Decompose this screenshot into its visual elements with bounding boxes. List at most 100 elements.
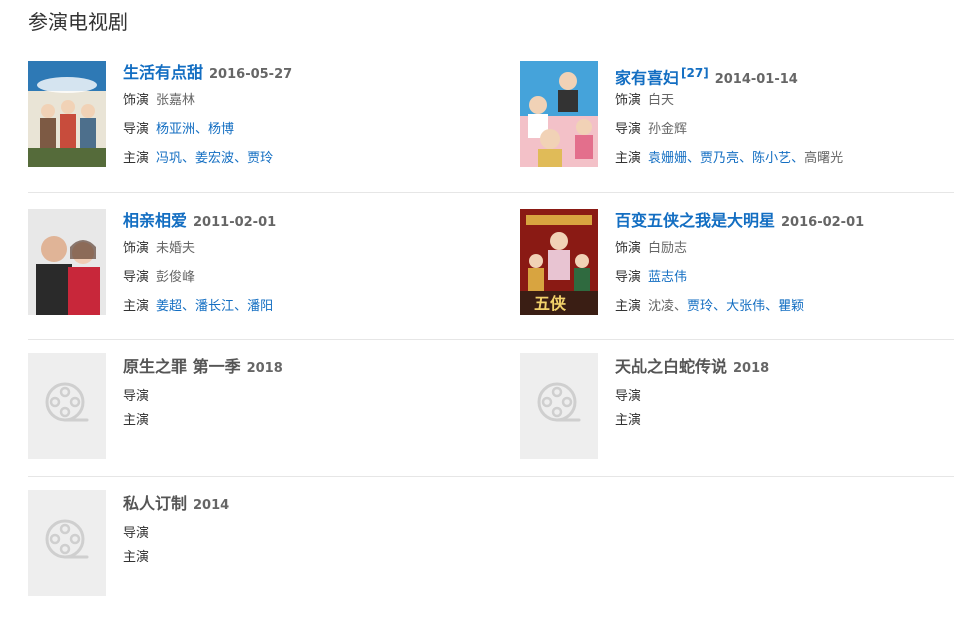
director-name: 彭俊峰 — [156, 270, 196, 285]
director-label: 导演 — [123, 122, 150, 137]
role-row: 饰演 未婚夫 — [123, 237, 454, 256]
row-divider — [28, 192, 954, 193]
director-row: 导演 — [123, 522, 454, 541]
release-date: 2014-01-14 — [714, 72, 798, 88]
title-line: 百变五侠之我是大明星 2016-02-01 — [615, 209, 946, 233]
poster-image[interactable] — [28, 61, 106, 167]
cast-row: 主演 — [123, 546, 454, 565]
cast-row: 主演 — [123, 409, 454, 428]
director-label: 导演 — [123, 389, 150, 404]
cast-name[interactable]: 瞿颖 — [778, 299, 804, 314]
name-separator: 、 — [234, 299, 248, 314]
cast-label: 主演 — [123, 151, 150, 166]
director-name[interactable]: 蓝志伟 — [648, 270, 687, 285]
work-title-link[interactable]: 相亲相爱 — [123, 211, 187, 230]
cast-name[interactable]: 贾乃亮 — [700, 151, 739, 166]
cast-name[interactable]: 贾玲 — [687, 299, 713, 314]
director-name: 孙金辉 — [648, 122, 688, 137]
work-info: 百变五侠之我是大明星 2016-02-01 饰演 白励志 导演 蓝志伟 主演 沈凌、贾玲、大张… — [615, 209, 946, 314]
cast-name[interactable]: 潘长江 — [195, 299, 234, 314]
cast-name[interactable]: 陈小艺 — [752, 151, 791, 166]
name-separator: 、 — [674, 299, 688, 314]
role-value: 未婚夫 — [156, 241, 196, 256]
director-label: 导演 — [123, 270, 150, 285]
work-title-link: 天乩之白蛇传说 — [615, 357, 728, 376]
release-date: 2016-02-01 — [781, 215, 865, 230]
film-reel-icon — [43, 517, 91, 569]
film-reel-icon — [43, 380, 91, 432]
work-title-link[interactable]: 生活有点甜 — [123, 63, 203, 82]
work-info: 私人订制 2014 导演主演 — [123, 492, 454, 565]
cast-label: 主演 — [123, 413, 150, 428]
poster-placeholder[interactable] — [520, 353, 598, 459]
cast-row: 主演 姜超、潘长江、潘阳 — [123, 295, 454, 314]
name-separator: 、 — [765, 299, 779, 314]
role-label: 饰演 — [615, 241, 642, 256]
role-row: 饰演 白励志 — [615, 237, 946, 256]
cast-label: 主演 — [615, 151, 642, 166]
title-line: 天乩之白蛇传说 2018 — [615, 355, 946, 379]
poster-image[interactable]: 五侠 — [520, 209, 598, 315]
cast-name[interactable]: 潘阳 — [247, 299, 273, 314]
release-date: 2018 — [733, 361, 770, 376]
role-label: 饰演 — [123, 93, 150, 108]
poster-placeholder[interactable] — [28, 353, 106, 459]
director-name[interactable]: 杨博 — [208, 122, 234, 137]
poster-image[interactable] — [520, 61, 598, 167]
tv-work-item: 生活有点甜 2016-05-27 饰演 张嘉林 导演 杨亚洲、杨博 主演 冯巩、姜宏波、贾玲 — [28, 61, 454, 191]
work-title-link: 原生之罪 第一季 — [123, 357, 241, 376]
director-row: 导演 — [615, 385, 946, 404]
section-title: 参演电视剧 — [28, 10, 128, 34]
row-divider — [28, 476, 954, 477]
poster-placeholder[interactable] — [28, 490, 106, 596]
tv-work-item: 原生之罪 第一季 2018 导演主演 — [28, 353, 454, 485]
work-title-link[interactable]: 百变五侠之我是大明星 — [615, 211, 775, 230]
cast-label: 主演 — [123, 550, 150, 565]
release-date: 2014 — [193, 498, 230, 513]
cast-name[interactable]: 袁姗姗 — [648, 151, 687, 166]
cast-row: 主演 冯巩、姜宏波、贾玲 — [123, 147, 454, 166]
poster-image[interactable] — [28, 209, 106, 315]
title-line: 私人订制 2014 — [123, 492, 454, 516]
cast-name[interactable]: 姜超 — [156, 299, 182, 314]
row-divider — [28, 339, 954, 340]
director-row: 导演 彭俊峰 — [123, 266, 454, 285]
role-value: 张嘉林 — [156, 93, 196, 108]
svg-text:五侠: 五侠 — [534, 294, 567, 313]
director-name[interactable]: 杨亚洲 — [156, 122, 195, 137]
work-title-link[interactable]: 家有喜妇 — [615, 68, 679, 87]
tv-work-item: 相亲相爱 2011-02-01 饰演 未婚夫 导演 彭俊峰 主演 姜超、潘长江、潘阳 — [28, 209, 454, 339]
director-row: 导演 蓝志伟 — [615, 266, 946, 285]
cast-label: 主演 — [615, 299, 642, 314]
role-label: 饰演 — [123, 241, 150, 256]
name-separator: 、 — [182, 299, 196, 314]
cast-name: 沈凌 — [648, 299, 675, 314]
tv-work-item: 私人订制 2014 导演主演 — [28, 490, 454, 622]
name-separator: 、 — [687, 151, 701, 166]
tv-work-item: 五侠 百变五侠之我是大明星 2016-02-01 饰演 白励志 导演 蓝志伟 主演 沈凌、贾玲、… — [520, 209, 946, 339]
cast-name[interactable]: 大张伟 — [726, 299, 765, 314]
title-line: 相亲相爱 2011-02-01 — [123, 209, 454, 233]
role-row: 饰演 张嘉林 — [123, 89, 454, 108]
cast-label: 主演 — [123, 299, 150, 314]
citation-link[interactable]: [27] — [681, 66, 709, 80]
title-line: 家有喜妇 [27] 2014-01-14 — [615, 61, 946, 88]
work-title-link: 私人订制 — [123, 494, 188, 513]
director-label: 导演 — [615, 270, 642, 285]
work-info: 家有喜妇 [27] 2014-01-14 饰演 白天 导演 孙金辉 主演 袁姗姗、贾乃亮、陈小艺… — [615, 61, 946, 166]
name-separator: 、 — [713, 299, 727, 314]
film-reel-icon — [535, 380, 583, 432]
cast-name[interactable]: 贾玲 — [247, 151, 273, 166]
director-row: 导演 孙金辉 — [615, 118, 946, 137]
title-line: 生活有点甜 2016-05-27 — [123, 61, 454, 85]
work-info: 生活有点甜 2016-05-27 饰演 张嘉林 导演 杨亚洲、杨博 主演 冯巩、姜宏波、贾玲 — [123, 61, 454, 166]
title-line: 原生之罪 第一季 2018 — [123, 355, 454, 379]
director-label: 导演 — [123, 526, 150, 541]
name-separator: 、 — [234, 151, 248, 166]
cast-name[interactable]: 姜宏波 — [195, 151, 234, 166]
cast-row: 主演 袁姗姗、贾乃亮、陈小艺、高曙光 — [615, 147, 946, 166]
release-date: 2018 — [246, 361, 283, 376]
cast-name[interactable]: 冯巩 — [156, 151, 182, 166]
cast-row: 主演 — [615, 409, 946, 428]
name-separator: 、 — [739, 151, 753, 166]
